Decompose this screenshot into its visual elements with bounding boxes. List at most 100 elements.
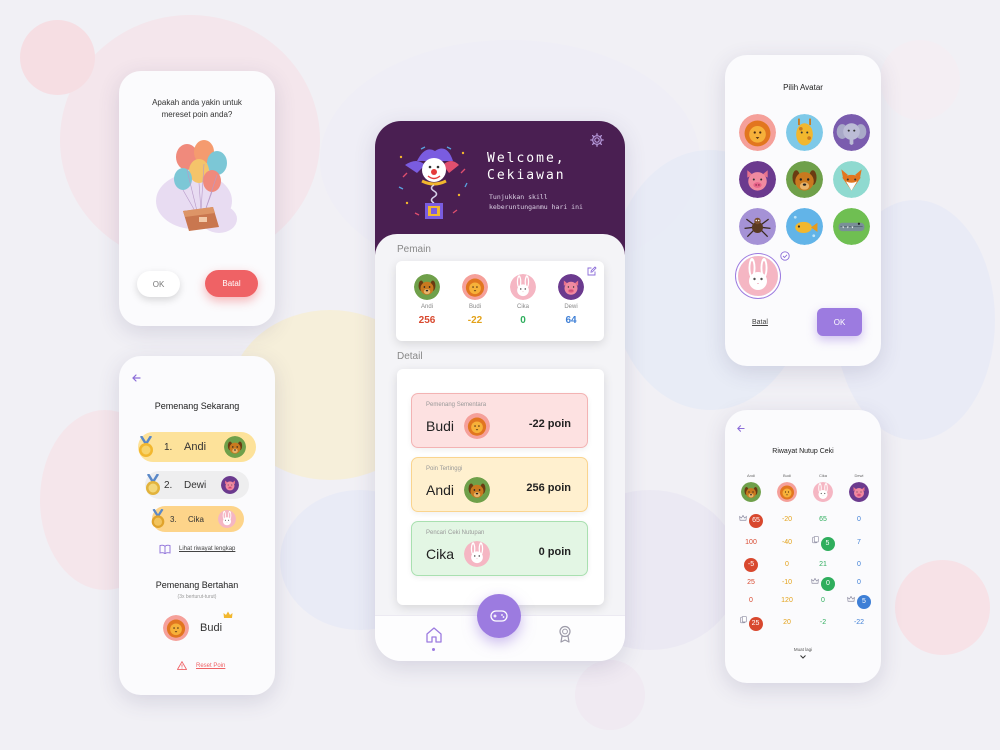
rank-row-2: 2. Dewi [145, 471, 249, 499]
history-value: -2 [819, 619, 827, 626]
rank-name: Cika [188, 514, 205, 524]
avatar-rabbit-icon [813, 482, 833, 502]
avatar-option-lion[interactable] [739, 114, 776, 151]
history-value: -40 [781, 539, 793, 546]
player-score: 0 [520, 315, 526, 326]
reset-question: Apakah anda yakin untuk mereset poin and… [152, 98, 242, 119]
history-cell: 100 [733, 536, 769, 550]
award-icon[interactable] [557, 625, 573, 643]
detail-label: Pencari Ceki Nutupan [426, 530, 485, 536]
settings-gear-icon[interactable] [590, 133, 604, 147]
detail-item[interactable]: Pemenang Sementara Budi -22 poin [411, 393, 588, 448]
history-value: 65 [819, 516, 827, 523]
rank-name: Andi [184, 441, 207, 453]
detail-item[interactable]: Poin Tertinggi Andi 256 poin [411, 457, 588, 512]
detail-label: Pemenang Sementara [426, 402, 487, 408]
history-player-name: Andi [746, 473, 755, 478]
rank-position: 3. [170, 514, 177, 524]
gold-medal-icon [136, 436, 156, 458]
ok-button[interactable]: OK [137, 271, 180, 297]
edit-icon[interactable] [587, 266, 597, 276]
home-icon[interactable] [425, 626, 443, 644]
history-cell: 20 [769, 616, 805, 630]
history-player-name: Cika [818, 473, 827, 478]
chevron-down-icon[interactable] [800, 655, 806, 659]
gamepad-icon [490, 609, 508, 623]
detail-name: Budi [426, 418, 455, 434]
warning-icon [177, 661, 187, 670]
history-value: 65 [749, 513, 763, 528]
history-title: Riwayat Nutup Ceki [772, 448, 834, 455]
load-more-label[interactable]: Muat lagi [725, 647, 881, 652]
player-name: Cika [516, 304, 529, 310]
history-cell: 25 [733, 576, 769, 590]
players-heading: Pemain [397, 244, 431, 255]
avatar-option-elephant[interactable] [833, 114, 870, 151]
avatar-option-fox[interactable] [833, 161, 870, 198]
detail-item[interactable]: Pencari Ceki Nutupan Cika 0 poin [411, 521, 588, 576]
back-arrow-icon[interactable] [736, 424, 745, 433]
history-cell: -2 [805, 616, 841, 630]
avatar-dog-icon [414, 274, 440, 300]
avatar-lion-icon [163, 615, 189, 641]
cancel-button[interactable]: Batal [205, 270, 258, 297]
current-winner-title: Pemenang Sekarang [154, 401, 240, 411]
history-value: 5 [820, 536, 835, 551]
avatar-lion-icon [777, 482, 797, 502]
history-value: 25 [747, 579, 755, 586]
avatar-option-dog[interactable] [786, 161, 823, 198]
avatar-option-crocodile[interactable] [833, 208, 870, 245]
player-score: -22 [467, 315, 483, 326]
detail-name: Andi [426, 482, 455, 498]
history-value: 0 [821, 576, 835, 591]
avatar-option-fish[interactable] [786, 208, 823, 245]
history-value: 0 [749, 597, 753, 604]
avatar-pig-icon [221, 476, 239, 494]
detail-points: -22 poin [528, 418, 571, 430]
reset-points-label: Reset Poin [196, 662, 226, 669]
active-indicator [432, 648, 435, 651]
history-cell: 0 [805, 576, 841, 591]
history-player-name: Dewi [854, 473, 864, 478]
avatar-dog-icon [224, 436, 246, 458]
reset-points-link[interactable]: Reset Poin [177, 661, 225, 670]
background-blob [895, 560, 990, 655]
avatar-rabbit-icon [510, 274, 536, 300]
history-value: 20 [783, 619, 791, 626]
ok-button[interactable]: OK [817, 308, 862, 336]
silver-medal-icon [143, 474, 163, 496]
history-value: -20 [781, 516, 793, 523]
history-cell: -20 [769, 513, 805, 527]
history-cell: -10 [769, 576, 805, 590]
avatar-option-spider[interactable] [739, 208, 776, 245]
crown-icon [847, 594, 855, 608]
history-link[interactable]: Lihat riwayat lengkap [159, 544, 235, 554]
avatar-option-giraffe[interactable] [786, 114, 823, 151]
avatar-option-rabbit[interactable] [738, 256, 778, 296]
history-value: 0 [857, 579, 861, 586]
history-cell: 25 [733, 616, 769, 631]
history-cell: 7 [841, 536, 877, 550]
avatar-picker-screen: Pilih Avatar Batal OK [725, 55, 881, 366]
avatar-option-pig[interactable] [739, 161, 776, 198]
winner-screen: Pemenang Sekarang 1. Andi 2. Dewi 3. Cik… [119, 356, 275, 695]
avatar-pig-icon [849, 482, 869, 502]
rank-position: 2. [164, 479, 173, 491]
history-value: 120 [781, 597, 793, 604]
history-value: -22 [853, 619, 865, 626]
history-cell: -40 [769, 536, 805, 550]
player-name: Andi [420, 304, 433, 310]
history-value: 100 [745, 539, 757, 546]
cancel-link[interactable]: Batal [752, 319, 768, 326]
history-value: -10 [781, 579, 793, 586]
crown-icon [811, 576, 819, 590]
cards-icon [811, 536, 819, 550]
back-arrow-icon[interactable] [131, 373, 141, 383]
detail-name: Cika [426, 546, 455, 562]
play-game-button[interactable] [477, 594, 521, 638]
avatar-pig-icon [558, 274, 584, 300]
detail-heading: Detail [397, 351, 423, 362]
survivor-title: Pemenang Bertahan [155, 580, 239, 590]
rank-position: 1. [164, 441, 173, 453]
avatar-dog-icon [464, 477, 490, 503]
